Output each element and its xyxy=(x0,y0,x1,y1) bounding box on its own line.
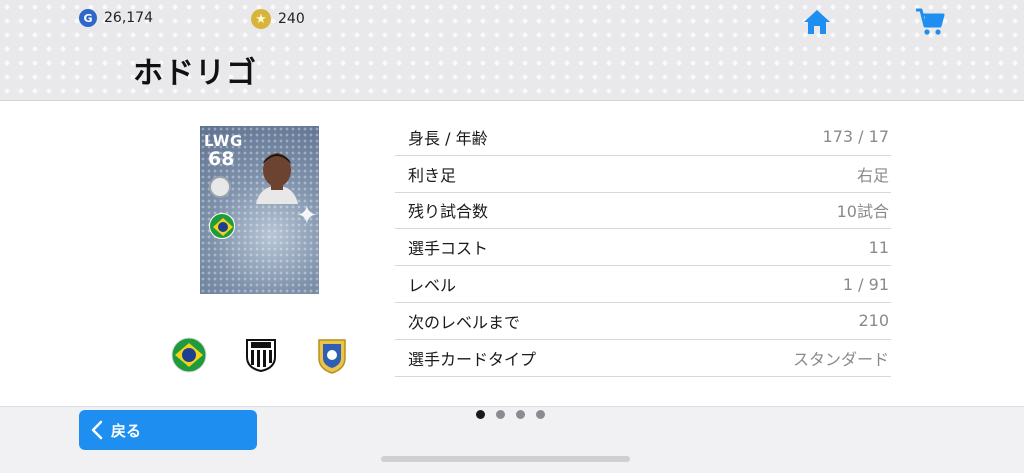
page-title: ホドリゴ xyxy=(133,56,257,91)
stat-value: 10試合 xyxy=(836,202,889,222)
stat-row-cost: 選手コスト 11 xyxy=(395,229,891,267)
stat-row-next-level: 次のレベルまで 210 xyxy=(395,303,891,340)
stat-label: 残り試合数 xyxy=(408,202,489,222)
stat-row-card-type: 選手カードタイプ スタンダード xyxy=(395,340,891,377)
star-coin-icon: ★ xyxy=(251,9,271,29)
stat-label: 身長 / 年齢 xyxy=(408,128,488,148)
player-stats-table: 身長 / 年齢 173 / 17 利き足 右足 残り試合数 10試合 選手コスト… xyxy=(395,119,891,377)
back-button[interactable]: 戻る xyxy=(79,410,257,450)
league-badge-icon[interactable] xyxy=(314,337,350,374)
page-dot[interactable] xyxy=(536,410,545,419)
stat-value: 右足 xyxy=(856,165,889,185)
stat-value: スタンダード xyxy=(792,349,889,369)
player-card[interactable]: LWG 68 ✦ xyxy=(200,126,319,294)
stat-label: レベル xyxy=(408,276,457,296)
page-indicator xyxy=(476,410,545,419)
home-button[interactable] xyxy=(801,6,833,38)
brazil-flag-icon[interactable] xyxy=(171,337,207,373)
chevron-left-icon xyxy=(91,420,103,440)
stat-value: 1 / 91 xyxy=(842,274,889,294)
cart-icon xyxy=(916,8,945,35)
stat-row-height-age: 身長 / 年齢 173 / 17 xyxy=(395,119,891,156)
gp-coin-icon: G xyxy=(79,9,97,27)
shop-button[interactable] xyxy=(914,6,946,38)
coin-balance: ★ 240 xyxy=(251,9,305,29)
player-portrait xyxy=(256,153,298,204)
card-rating: 68 xyxy=(208,148,235,170)
gp-balance: G 26,174 xyxy=(79,9,153,27)
stat-row-foot: 利き足 右足 xyxy=(395,156,891,193)
card-club-icon xyxy=(209,176,231,198)
back-button-label: 戻る xyxy=(111,421,142,440)
stat-row-remaining-matches: 残り試合数 10試合 xyxy=(395,193,891,230)
stat-label: 利き足 xyxy=(408,165,457,185)
home-indicator-bar[interactable] xyxy=(381,456,630,462)
gp-amount: 26,174 xyxy=(104,10,153,26)
stat-value: 173 / 17 xyxy=(822,127,889,147)
stat-label: 選手コスト xyxy=(408,239,489,259)
page-dot-active[interactable] xyxy=(476,410,485,419)
card-flag-icon xyxy=(209,213,235,239)
page-dot[interactable] xyxy=(496,410,505,419)
stat-row-level: レベル 1 / 91 xyxy=(395,266,891,303)
stat-value: 210 xyxy=(858,311,889,331)
stat-label: 選手カードタイプ xyxy=(408,349,537,369)
stat-value: 11 xyxy=(868,237,889,257)
page-dot[interactable] xyxy=(516,410,525,419)
stat-label: 次のレベルまで xyxy=(408,312,521,332)
sparkle-icon: ✦ xyxy=(296,201,318,231)
coin-amount: 240 xyxy=(278,11,305,27)
santos-crest-icon[interactable] xyxy=(243,337,279,373)
home-icon xyxy=(804,10,830,34)
